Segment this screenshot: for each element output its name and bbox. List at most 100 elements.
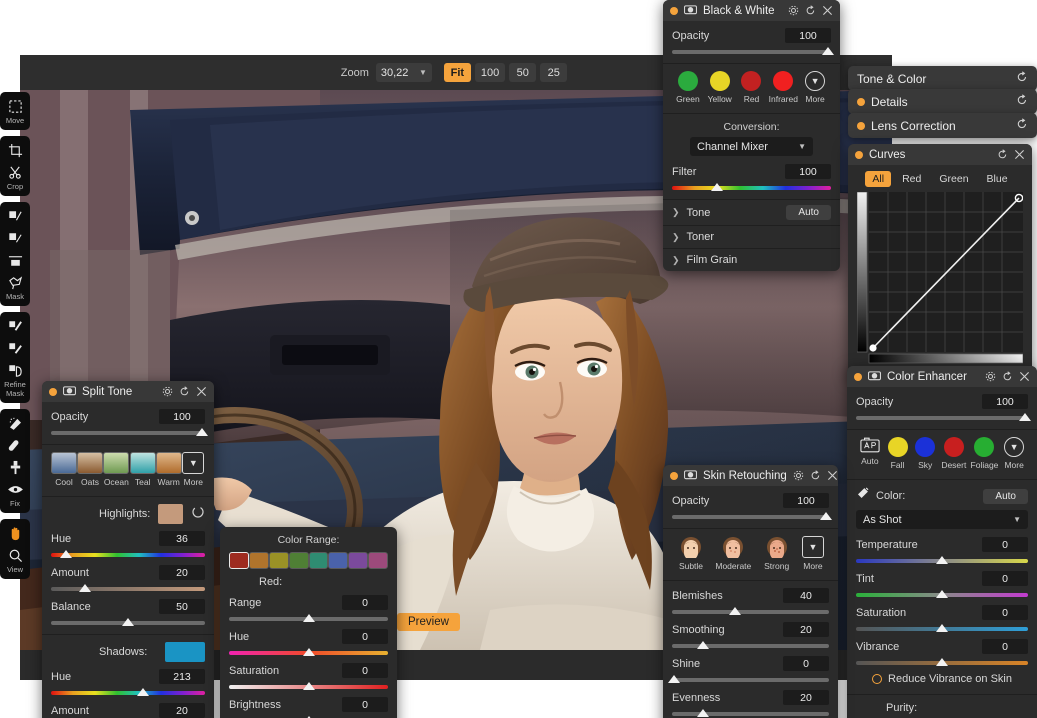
panel-header-curves[interactable]: Curves <box>848 144 1032 165</box>
eyedropper-icon[interactable] <box>856 487 869 505</box>
ce-color-auto-button[interactable]: Auto <box>983 488 1028 504</box>
ce-vibrance-value[interactable]: 0 <box>982 639 1028 654</box>
bw-preset-more[interactable]: ▼ More <box>799 71 831 104</box>
cr-range-slider[interactable] <box>229 614 388 622</box>
ce-saturation-value[interactable]: 0 <box>982 605 1028 620</box>
cr-saturation-value[interactable]: 0 <box>342 663 388 678</box>
ce-tint-value[interactable]: 0 <box>982 571 1028 586</box>
tool-crop[interactable] <box>0 143 30 158</box>
cr-hue-slider[interactable] <box>229 648 388 656</box>
sr-smoothing-slider[interactable] <box>672 641 829 649</box>
st-highlights-color-well[interactable] <box>158 504 183 524</box>
sr-opacity-value[interactable]: 100 <box>783 493 829 508</box>
curves-tab-blue[interactable]: Blue <box>980 171 1015 187</box>
st-highlights-amount-value[interactable]: 20 <box>159 565 205 580</box>
st-preset-cool[interactable]: Cool <box>51 452 77 487</box>
preview-button[interactable]: Preview <box>397 613 460 631</box>
st-opacity-slider[interactable] <box>51 428 208 436</box>
panel-tone-and-color[interactable]: Tone & Color <box>848 66 1037 91</box>
st-shadows-hue-value[interactable]: 213 <box>159 669 205 684</box>
sr-blemishes-value[interactable]: 40 <box>783 588 829 603</box>
tool-eye[interactable]: Fix <box>0 482 30 508</box>
zoom-25-button[interactable]: 25 <box>540 63 568 82</box>
tool-brush-mask[interactable] <box>0 209 30 224</box>
st-shadows-hue-slider[interactable] <box>51 688 205 696</box>
sr-preset-more[interactable]: ▼ More <box>797 536 829 571</box>
sr-evenness-slider[interactable] <box>672 709 829 717</box>
st-balance-slider[interactable] <box>51 618 205 626</box>
tool-move[interactable]: Move <box>0 99 30 125</box>
st-preset-teal[interactable]: Teal <box>129 452 156 487</box>
ce-reduce-vibrance-row[interactable]: Reduce Vibrance on Skin <box>856 673 1028 685</box>
cr-saturation-slider[interactable] <box>229 682 388 690</box>
tool-gradient-mask[interactable] <box>0 253 30 268</box>
reset-icon[interactable] <box>1016 71 1028 86</box>
close-icon[interactable] <box>822 5 833 16</box>
cr-swatch-purple[interactable] <box>348 552 369 569</box>
bw-opacity-value[interactable]: 100 <box>785 28 831 43</box>
panel-header-color-enhancer[interactable]: Color Enhancer <box>847 366 1037 387</box>
close-icon[interactable] <box>1014 149 1025 160</box>
cr-hue-value[interactable]: 0 <box>342 629 388 644</box>
tool-refine-brush[interactable] <box>0 319 30 334</box>
reset-icon[interactable] <box>810 470 821 481</box>
ce-saturation-slider[interactable] <box>856 624 1028 632</box>
tool-erase-mask[interactable] <box>0 231 30 246</box>
sr-shine-slider[interactable] <box>667 675 829 683</box>
tool-clone-stamp[interactable] <box>0 460 30 475</box>
curves-graph[interactable] <box>856 191 1024 369</box>
sr-preset-strong[interactable]: Strong <box>757 536 797 571</box>
ce-temperature-slider[interactable] <box>856 556 1028 564</box>
close-icon[interactable] <box>196 386 207 397</box>
sr-blemishes-slider[interactable] <box>672 607 829 615</box>
gear-icon[interactable] <box>162 386 173 397</box>
tool-lasso-mask[interactable]: Mask <box>0 275 30 301</box>
panel-header-split-tone[interactable]: Split Tone <box>42 381 214 402</box>
cr-range-value[interactable]: 0 <box>342 595 388 610</box>
reset-icon[interactable] <box>1002 371 1013 382</box>
bw-accordion-toner[interactable]: ❯ Toner <box>663 226 840 249</box>
reset-icon[interactable] <box>997 149 1008 160</box>
ce-temperature-value[interactable]: 0 <box>982 537 1028 552</box>
st-highlights-reset-icon[interactable] <box>191 505 205 524</box>
curves-tab-all[interactable]: All <box>865 171 892 187</box>
gear-icon[interactable] <box>793 470 804 481</box>
ce-vibrance-slider[interactable] <box>856 658 1028 666</box>
ce-preset-auto[interactable]: Auto <box>856 437 884 466</box>
sr-preset-moderate[interactable]: Moderate <box>710 536 756 571</box>
bw-filter-value[interactable]: 100 <box>785 164 831 179</box>
ce-preset-more[interactable]: ▼ More <box>1000 437 1028 470</box>
gear-icon[interactable] <box>985 371 996 382</box>
ce-opacity-slider[interactable] <box>856 413 1031 421</box>
panel-details[interactable]: Details <box>848 89 1037 114</box>
cr-swatch-aqua[interactable] <box>308 552 329 569</box>
st-highlights-hue-value[interactable]: 36 <box>159 531 205 546</box>
cr-swatch-magenta[interactable] <box>368 552 388 569</box>
tool-patch[interactable] <box>0 438 30 453</box>
reset-icon[interactable] <box>1016 118 1028 133</box>
bw-filter-slider[interactable] <box>672 183 831 191</box>
bw-opacity-slider[interactable] <box>672 47 834 55</box>
ce-tint-slider[interactable] <box>856 590 1028 598</box>
bw-conversion-select[interactable]: Channel Mixer ▼ <box>690 137 813 156</box>
st-shadows-amount-value[interactable]: 20 <box>159 703 205 718</box>
tool-hand[interactable] <box>0 526 30 541</box>
bw-accordion-tone[interactable]: ❯ Tone Auto <box>663 200 840 226</box>
st-highlights-amount-slider[interactable] <box>51 584 205 592</box>
ce-preset-sky[interactable]: Sky <box>911 437 939 470</box>
tool-scissors[interactable]: Crop <box>0 165 30 191</box>
st-shadows-color-well[interactable] <box>165 642 205 662</box>
sr-shine-value[interactable]: 0 <box>783 656 829 671</box>
tool-refine-shape[interactable]: Refine Mask <box>0 363 30 398</box>
radio-icon[interactable] <box>872 674 883 684</box>
ce-preset-desert[interactable]: Desert <box>939 437 969 470</box>
sr-opacity-slider[interactable] <box>672 512 832 520</box>
st-preset-more[interactable]: ▼ More <box>182 452 205 487</box>
st-preset-ocean[interactable]: Ocean <box>103 452 130 487</box>
cr-swatch-yellow[interactable] <box>268 552 289 569</box>
cr-swatch-green[interactable] <box>288 552 309 569</box>
gear-icon[interactable] <box>788 5 799 16</box>
zoom-value-select[interactable]: 30,22 ▼ <box>375 63 432 82</box>
st-preset-warm[interactable]: Warm <box>155 452 182 487</box>
reset-icon[interactable] <box>179 386 190 397</box>
